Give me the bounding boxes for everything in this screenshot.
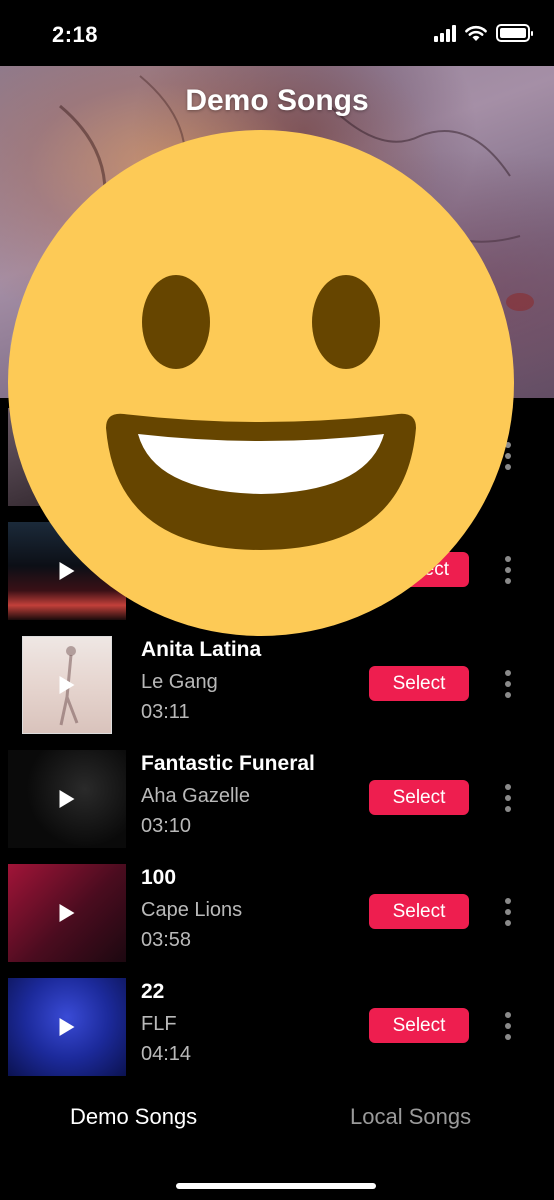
play-icon[interactable]: [59, 1018, 75, 1036]
song-artwork[interactable]: [8, 864, 126, 962]
wifi-icon: [465, 26, 487, 41]
tab-demo-songs[interactable]: Demo Songs: [70, 1104, 197, 1130]
song-duration: 03:58: [141, 929, 192, 951]
song-duration: 03:10: [141, 815, 192, 837]
song-title: Anita Latina: [141, 638, 262, 661]
more-vertical-icon[interactable]: [504, 784, 512, 812]
select-button[interactable]: Select: [369, 894, 469, 929]
status-bar: 2:18: [0, 0, 554, 66]
play-icon[interactable]: [59, 676, 75, 694]
song-artwork[interactable]: [22, 636, 112, 734]
song-artist: Le Gang: [141, 671, 218, 693]
more-vertical-icon[interactable]: [504, 1012, 512, 1040]
select-button[interactable]: Select: [369, 780, 469, 815]
more-vertical-icon[interactable]: [504, 898, 512, 926]
song-artwork[interactable]: [8, 750, 126, 848]
play-icon[interactable]: [59, 904, 75, 922]
page-title: Demo Songs: [185, 84, 369, 117]
grinning-face-emoji-icon: [8, 130, 514, 636]
song-duration: 04:14: [141, 1043, 192, 1065]
song-artist: Aha Gazelle: [141, 785, 250, 807]
song-duration: 03:11: [141, 701, 190, 723]
song-row[interactable]: 22 FLF 04:14 Select: [0, 968, 554, 1082]
more-vertical-icon[interactable]: [504, 670, 512, 698]
song-row[interactable]: Anita Latina Le Gang 03:11 Select: [0, 626, 554, 740]
song-title: Fantastic Funeral: [141, 752, 315, 775]
song-row[interactable]: 100 Cape Lions 03:58 Select: [0, 854, 554, 968]
song-artwork[interactable]: [8, 978, 126, 1076]
song-artist: FLF: [141, 1013, 177, 1035]
song-artist: Cape Lions: [141, 899, 243, 921]
play-icon[interactable]: [59, 790, 75, 808]
select-button[interactable]: Select: [369, 1008, 469, 1043]
status-time: 2:18: [52, 22, 99, 47]
home-indicator: [176, 1183, 376, 1189]
cellular-signal-icon: [434, 24, 456, 42]
song-row[interactable]: Fantastic Funeral Aha Gazelle 03:10 Sele…: [0, 740, 554, 854]
tab-bar: Demo Songs Local Songs: [0, 1080, 554, 1200]
battery-icon: [496, 24, 533, 42]
song-title: 22: [141, 980, 165, 1003]
tab-local-songs[interactable]: Local Songs: [350, 1104, 471, 1130]
status-icons: [434, 24, 533, 42]
select-button[interactable]: Select: [369, 666, 469, 701]
song-title: 100: [141, 866, 177, 889]
